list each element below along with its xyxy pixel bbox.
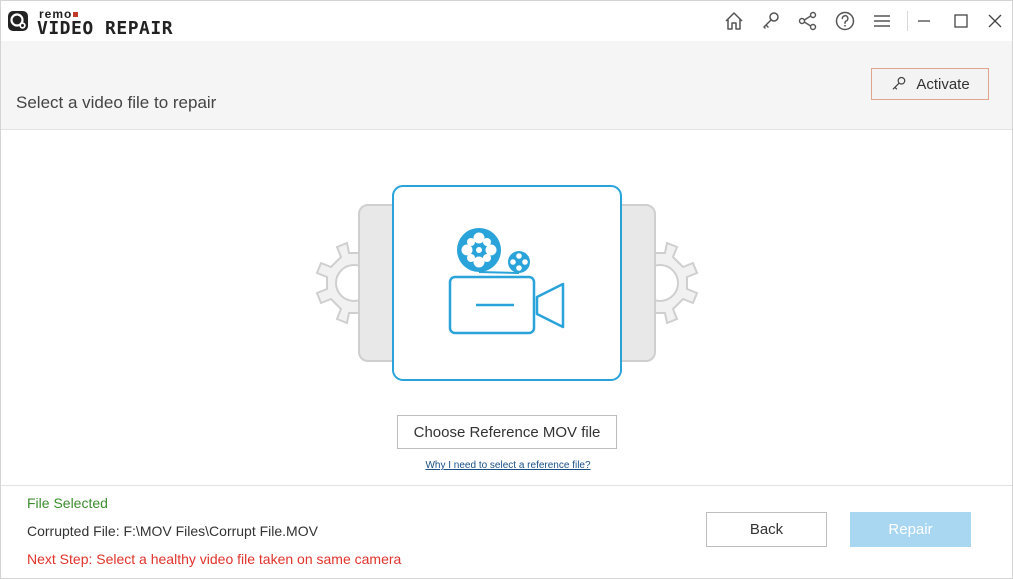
repair-button[interactable]: Repair (850, 512, 971, 547)
titlebar-divider (907, 11, 908, 31)
footer-panel: File Selected Corrupted File: F:\MOV Fil… (1, 485, 1012, 578)
menu-icon[interactable] (870, 9, 894, 33)
home-icon[interactable] (722, 9, 746, 33)
share-icon[interactable] (796, 9, 820, 33)
page-title: Select a video file to repair (16, 93, 217, 112)
choose-reference-mov-button[interactable]: Choose Reference MOV file (397, 415, 617, 449)
product-name: VIDEO REPAIR (37, 18, 174, 39)
file-selected-status: File Selected (27, 495, 108, 511)
back-button[interactable]: Back (706, 512, 827, 547)
video-repair-illustration (315, 185, 699, 381)
key-icon[interactable] (759, 9, 783, 33)
choose-reference-label: Choose Reference MOV file (413, 423, 601, 441)
reference-help-link[interactable]: Why I need to select a reference file? (414, 460, 602, 471)
repair-label: Repair (888, 521, 933, 538)
activate-button[interactable]: Activate (871, 68, 989, 100)
app-logo: remo VIDEO REPAIR (7, 6, 187, 39)
maximize-icon[interactable] (949, 9, 973, 33)
help-icon[interactable] (833, 9, 857, 33)
header-band: Select a video file to repair Activate (1, 41, 1012, 130)
next-step-message: Next Step: Select a healthy video file t… (27, 551, 402, 567)
app-window: remo VIDEO REPAIR Select a video file to… (0, 0, 1013, 579)
minimize-icon[interactable] (912, 9, 936, 33)
activate-label: Activate (916, 75, 970, 93)
title-bar: remo VIDEO REPAIR (1, 1, 1012, 41)
close-icon[interactable] (983, 9, 1007, 33)
remo-logo-icon (8, 11, 28, 31)
key-icon (892, 76, 906, 90)
corrupted-file-path: Corrupted File: F:\MOV Files\Corrupt Fil… (27, 523, 318, 539)
back-label: Back (749, 521, 784, 538)
